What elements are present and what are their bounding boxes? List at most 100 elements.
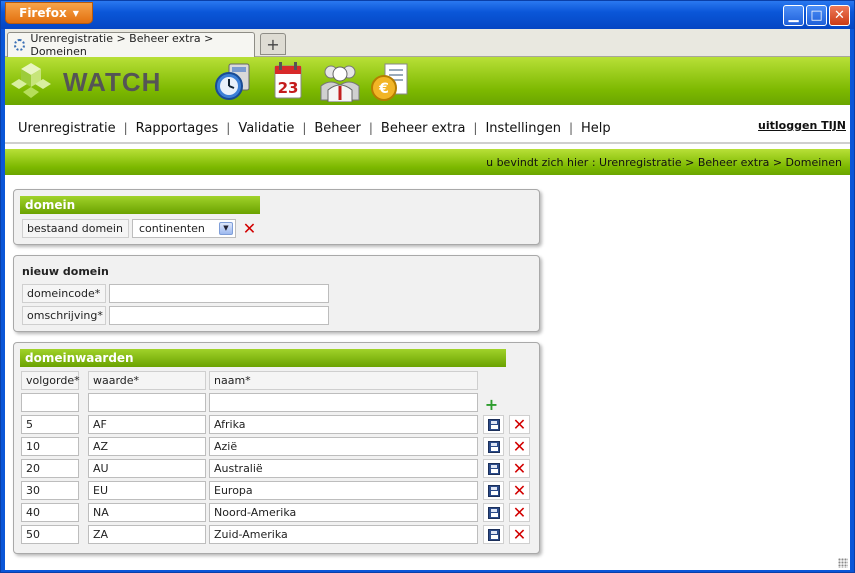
- save-icon: [487, 484, 500, 497]
- resize-grip-icon[interactable]: [838, 558, 848, 568]
- col-header-naam: naam*: [209, 371, 478, 390]
- domein-select-value: continenten: [139, 222, 205, 235]
- col-header-volgorde: volgorde*: [21, 371, 80, 390]
- new-waarde-input[interactable]: [88, 393, 206, 412]
- domein-select[interactable]: continenten ▼: [132, 219, 236, 238]
- row-waarde[interactable]: AZ: [88, 437, 206, 456]
- minimize-button[interactable]: ▁: [783, 5, 804, 26]
- nav-validatie[interactable]: Validatie: [230, 121, 302, 136]
- maximize-button[interactable]: □: [806, 5, 827, 26]
- save-row-button[interactable]: [483, 481, 504, 500]
- delete-row-button[interactable]: ✕: [509, 481, 530, 500]
- loading-icon: [14, 39, 26, 51]
- nav-help[interactable]: Help: [573, 121, 619, 136]
- new-tab-button[interactable]: +: [260, 33, 286, 55]
- domein-panel-title: domein: [20, 196, 260, 214]
- domeinwaarden-panel-title: domeinwaarden: [20, 349, 506, 367]
- nav-urenregistratie[interactable]: Urenregistratie: [5, 121, 124, 136]
- minimize-icon: ▁: [788, 8, 799, 23]
- delete-icon: ✕: [512, 502, 527, 522]
- row-volgorde[interactable]: 40: [21, 503, 79, 522]
- omschrijving-input[interactable]: [109, 306, 329, 325]
- row-volgorde[interactable]: 5: [21, 415, 79, 434]
- row-volgorde[interactable]: 50: [21, 525, 79, 544]
- bestaand-domein-label: bestaand domein: [22, 219, 129, 238]
- euro-invoice-icon[interactable]: €: [369, 60, 411, 102]
- delete-row-button[interactable]: ✕: [509, 459, 530, 478]
- row-volgorde[interactable]: 30: [21, 481, 79, 500]
- delete-row-button[interactable]: ✕: [509, 437, 530, 456]
- domeincode-label: domeincode*: [22, 284, 106, 303]
- delete-row-button[interactable]: ✕: [509, 415, 530, 434]
- row-waarde[interactable]: EU: [88, 481, 206, 500]
- new-volgorde-input[interactable]: [21, 393, 79, 412]
- save-row-button[interactable]: [483, 525, 504, 544]
- nav-beheer[interactable]: Beheer: [306, 121, 369, 136]
- col-header-waarde: waarde*: [88, 371, 206, 390]
- delete-domein-button[interactable]: ✕: [239, 219, 260, 238]
- watch-logo-icon: [11, 63, 51, 98]
- title-bar: Firefox ▼ ▁ □ ✕: [1, 1, 854, 29]
- chevron-down-icon: ▼: [219, 222, 233, 235]
- row-naam[interactable]: Australië: [209, 459, 478, 478]
- row-waarde[interactable]: ZA: [88, 525, 206, 544]
- window-controls: ▁ □ ✕: [783, 5, 850, 26]
- breadcrumb-text: u bevindt zich hier : Urenregistratie > …: [486, 155, 842, 169]
- firefox-menu-button[interactable]: Firefox ▼: [5, 2, 93, 24]
- tab-title: Urenregistratie > Beheer extra > Domeine…: [30, 32, 214, 58]
- delete-icon: ✕: [512, 436, 527, 456]
- page-viewport: WATCH 23 € Urenregistratie | Rapportages…: [5, 57, 850, 570]
- nav-divider: [5, 142, 850, 144]
- new-naam-input[interactable]: [209, 393, 478, 412]
- domein-panel: domein bestaand domein continenten ▼ ✕: [13, 189, 540, 245]
- row-naam[interactable]: Europa: [209, 481, 478, 500]
- delete-row-button[interactable]: ✕: [509, 503, 530, 522]
- close-window-button[interactable]: ✕: [829, 5, 850, 26]
- row-naam[interactable]: Zuid-Amerika: [209, 525, 478, 544]
- row-volgorde[interactable]: 10: [21, 437, 79, 456]
- nav-beheer-extra[interactable]: Beheer extra: [373, 121, 474, 136]
- nav-instellingen[interactable]: Instellingen: [477, 121, 569, 136]
- plus-icon: +: [484, 394, 499, 414]
- save-icon: [487, 506, 500, 519]
- save-row-button[interactable]: [483, 437, 504, 456]
- save-icon: [487, 440, 500, 453]
- row-naam[interactable]: Afrika: [209, 415, 478, 434]
- save-row-button[interactable]: [483, 503, 504, 522]
- main-navigation: Urenregistratie | Rapportages | Validati…: [5, 117, 850, 139]
- svg-text:€: €: [378, 81, 389, 97]
- row-naam[interactable]: Noord-Amerika: [209, 503, 478, 522]
- delete-row-button[interactable]: ✕: [509, 525, 530, 544]
- row-waarde[interactable]: NA: [88, 503, 206, 522]
- logout-link[interactable]: uitloggen TIJN: [758, 119, 846, 132]
- save-icon: [487, 528, 500, 541]
- omschrijving-label: omschrijving*: [22, 306, 106, 325]
- browser-tab-domeinen[interactable]: Urenregistratie > Beheer extra > Domeine…: [7, 32, 255, 58]
- row-naam[interactable]: Azië: [209, 437, 478, 456]
- users-icon[interactable]: [319, 60, 361, 102]
- delete-icon: ✕: [512, 524, 527, 544]
- maximize-icon: □: [810, 8, 823, 23]
- row-volgorde[interactable]: 20: [21, 459, 79, 478]
- app-banner: WATCH 23 €: [5, 57, 850, 105]
- delete-icon: ✕: [512, 480, 527, 500]
- chevron-down-icon: ▼: [72, 8, 79, 18]
- row-waarde[interactable]: AF: [88, 415, 206, 434]
- delete-icon: ✕: [242, 218, 257, 238]
- save-row-button[interactable]: [483, 415, 504, 434]
- domeinwaarden-panel: domeinwaarden volgorde* waarde* naam* + …: [13, 342, 540, 554]
- save-row-button[interactable]: [483, 459, 504, 478]
- delete-icon: ✕: [512, 458, 527, 478]
- clock-calculator-icon[interactable]: [213, 60, 255, 102]
- row-waarde[interactable]: AU: [88, 459, 206, 478]
- breadcrumb: u bevindt zich hier : Urenregistratie > …: [5, 149, 850, 175]
- domeincode-input[interactable]: [109, 284, 329, 303]
- save-icon: [487, 462, 500, 475]
- plus-icon: +: [266, 34, 280, 54]
- add-row-button[interactable]: +: [481, 395, 502, 414]
- firefox-menu-label: Firefox: [19, 6, 67, 20]
- nav-rapportages[interactable]: Rapportages: [128, 121, 227, 136]
- close-icon: ✕: [834, 8, 845, 23]
- nieuw-domein-title: nieuw domein: [22, 265, 109, 278]
- calendar-icon[interactable]: 23: [267, 60, 309, 102]
